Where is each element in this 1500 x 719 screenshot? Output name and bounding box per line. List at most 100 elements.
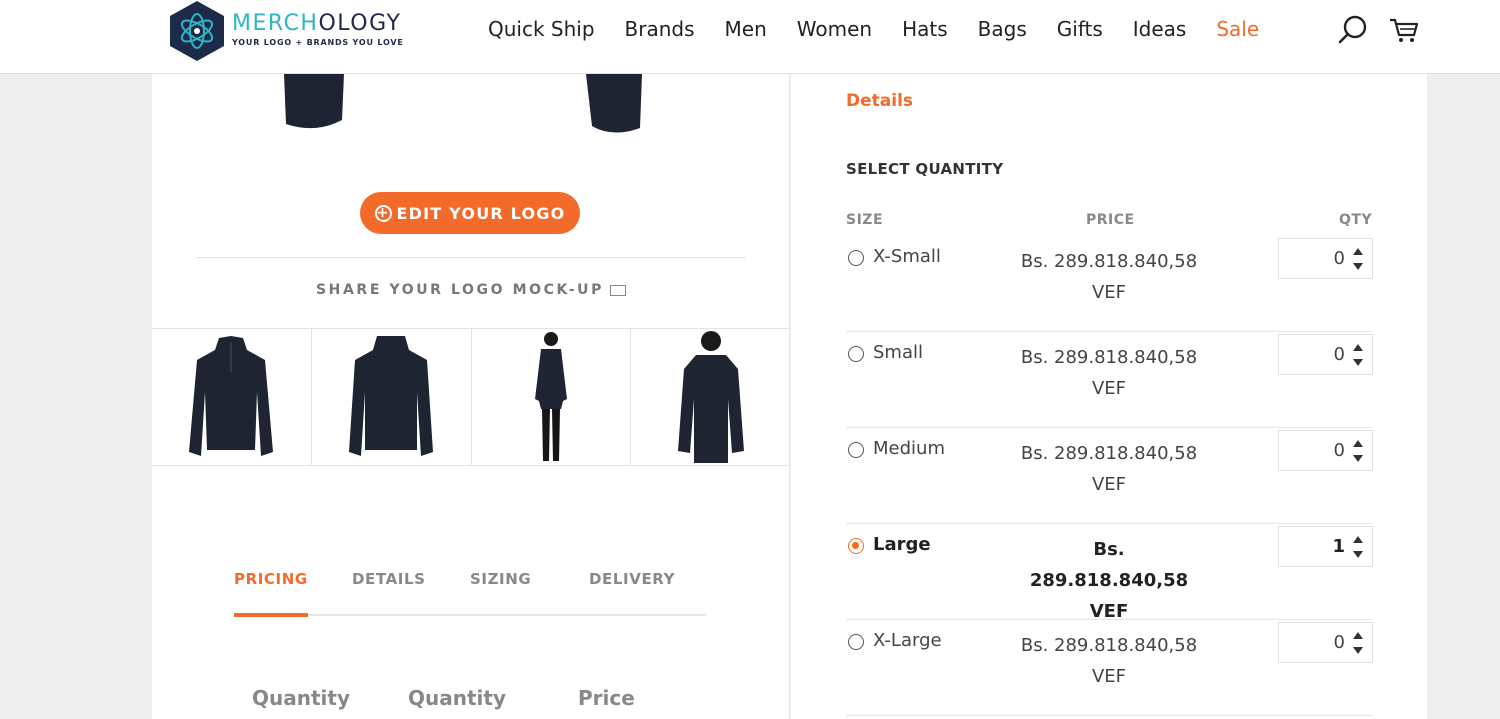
order-panel: Details SELECT QUANTITY SIZE PRICE QTY X… xyxy=(791,74,1427,719)
increment-arrow-icon[interactable] xyxy=(1353,536,1363,543)
spinner xyxy=(1352,343,1364,367)
price-currency: VEF xyxy=(1091,474,1127,495)
nav-hats[interactable]: Hats xyxy=(902,14,948,44)
price-amount: Bs. 289.818.840,58 xyxy=(1020,347,1198,368)
nav-bags[interactable]: Bags xyxy=(978,14,1027,44)
tab-sizing[interactable]: SIZING xyxy=(470,568,531,614)
size-quantity-table: X-Small Bs. 289.818.840,58 VEF 0 Small B… xyxy=(846,236,1373,716)
main-nav: Quick Ship Brands Men Women Hats Bags Gi… xyxy=(488,14,1289,44)
size-radio[interactable] xyxy=(848,634,864,650)
quantity-stepper[interactable]: 0 xyxy=(1278,238,1373,279)
size-price: Bs. 289.818.840,58 VEF xyxy=(1016,534,1202,627)
size-label[interactable]: Medium xyxy=(873,438,945,459)
size-row: X-Small Bs. 289.818.840,58 VEF 0 xyxy=(846,236,1373,332)
size-label[interactable]: X-Small xyxy=(873,246,941,267)
nav-gifts[interactable]: Gifts xyxy=(1057,14,1103,44)
price-amount: Bs. 289.818.840,58 xyxy=(1020,251,1198,272)
nav-sale[interactable]: Sale xyxy=(1216,14,1259,44)
search-icon[interactable] xyxy=(1336,14,1368,46)
cart-icon[interactable] xyxy=(1388,14,1420,46)
size-row: Small Bs. 289.818.840,58 VEF 0 xyxy=(846,332,1373,428)
divider xyxy=(196,257,746,258)
price-currency: VEF xyxy=(1091,282,1127,303)
nav-men[interactable]: Men xyxy=(725,14,767,44)
size-radio[interactable] xyxy=(848,442,864,458)
increment-arrow-icon[interactable] xyxy=(1353,632,1363,639)
thumbnail-strip xyxy=(152,328,789,466)
increment-arrow-icon[interactable] xyxy=(1353,344,1363,351)
quantity-value[interactable]: 0 xyxy=(1334,248,1345,269)
nav-quick-ship[interactable]: Quick Ship xyxy=(488,14,595,44)
share-logo-mockup-link[interactable]: SHARE YOUR LOGO MOCK-UP xyxy=(152,282,789,298)
model-front-image xyxy=(534,332,567,461)
pricing-col-quantity-max: Quantity xyxy=(408,686,506,710)
size-label[interactable]: Small xyxy=(873,342,923,363)
size-label[interactable]: Large xyxy=(873,534,931,555)
decrement-arrow-icon[interactable] xyxy=(1353,647,1363,654)
size-price: Bs. 289.818.840,58 VEF xyxy=(1016,246,1202,308)
merchology-logo[interactable]: MERCHOLOGY YOUR LOGO + BRANDS YOU LOVE xyxy=(168,0,404,62)
size-row: X-Large Bs. 289.818.840,58 VEF 0 xyxy=(846,620,1373,716)
quantity-stepper[interactable]: 0 xyxy=(1278,334,1373,375)
nav-brands[interactable]: Brands xyxy=(625,14,695,44)
product-image-main xyxy=(284,74,642,133)
tab-details[interactable]: DETAILS xyxy=(352,568,426,614)
size-radio[interactable] xyxy=(848,538,864,554)
size-radio[interactable] xyxy=(848,346,864,362)
site-header: MERCHOLOGY YOUR LOGO + BRANDS YOU LOVE Q… xyxy=(0,0,1500,74)
price-currency: VEF xyxy=(1091,378,1127,399)
price-amount: Bs. 289.818.840,58 xyxy=(1029,539,1189,591)
spinner xyxy=(1352,247,1364,271)
mail-icon xyxy=(609,284,626,296)
plus-circle-icon: + xyxy=(374,204,392,222)
size-price: Bs. 289.818.840,58 VEF xyxy=(1016,630,1202,692)
quantity-stepper[interactable]: 1 xyxy=(1278,526,1373,567)
quantity-value[interactable]: 0 xyxy=(1334,344,1345,365)
quantity-value[interactable]: 1 xyxy=(1332,536,1345,557)
details-link[interactable]: Details xyxy=(846,91,913,111)
size-row-selected: Large Bs. 289.818.840,58 VEF 1 xyxy=(846,524,1373,622)
product-media-panel: + EDIT YOUR LOGO SHARE YOUR LOGO MOCK-UP xyxy=(152,74,790,719)
size-price: Bs. 289.818.840,58 VEF xyxy=(1016,342,1202,404)
pricing-col-quantity-min: Quantity xyxy=(252,686,350,710)
price-currency: VEF xyxy=(1091,666,1127,687)
increment-arrow-icon[interactable] xyxy=(1353,440,1363,447)
logo-tagline: YOUR LOGO + BRANDS YOU LOVE xyxy=(232,37,404,47)
decrement-arrow-icon[interactable] xyxy=(1353,551,1363,558)
tab-delivery[interactable]: DELIVERY xyxy=(589,568,675,614)
share-label: SHARE YOUR LOGO MOCK-UP xyxy=(316,282,604,298)
size-label[interactable]: X-Large xyxy=(873,630,942,651)
quantity-stepper[interactable]: 0 xyxy=(1278,622,1373,663)
nav-ideas[interactable]: Ideas xyxy=(1133,14,1187,44)
column-size-header: SIZE xyxy=(846,212,884,228)
spinner xyxy=(1352,631,1364,655)
quantity-stepper[interactable]: 0 xyxy=(1278,430,1373,471)
nav-women[interactable]: Women xyxy=(797,14,872,44)
spinner xyxy=(1352,439,1364,463)
model-back-image xyxy=(677,331,744,463)
product-info-tabs: PRICING DETAILS SIZING DELIVERY xyxy=(234,568,706,617)
edit-your-logo-label: EDIT YOUR LOGO xyxy=(396,203,566,223)
price-amount: Bs. 289.818.840,58 xyxy=(1020,635,1198,656)
logo-word-merch: MERCH xyxy=(232,10,319,36)
column-qty-header: QTY xyxy=(1339,212,1373,228)
decrement-arrow-icon[interactable] xyxy=(1353,359,1363,366)
decrement-arrow-icon[interactable] xyxy=(1353,455,1363,462)
edit-your-logo-button[interactable]: + EDIT YOUR LOGO xyxy=(360,192,580,234)
size-radio[interactable] xyxy=(848,250,864,266)
jacket-back-image xyxy=(349,336,434,456)
decrement-arrow-icon[interactable] xyxy=(1353,263,1363,270)
tab-pricing[interactable]: PRICING xyxy=(234,568,308,617)
logo-wordmark: MERCHOLOGY xyxy=(232,10,404,36)
size-price: Bs. 289.818.840,58 VEF xyxy=(1016,438,1202,500)
column-price-header: PRICE xyxy=(1086,212,1135,228)
thumbnail-jacket-back[interactable] xyxy=(312,329,472,465)
increment-arrow-icon[interactable] xyxy=(1353,248,1363,255)
thumbnail-model-back[interactable] xyxy=(631,329,789,465)
select-quantity-heading: SELECT QUANTITY xyxy=(846,160,1004,178)
quantity-value[interactable]: 0 xyxy=(1334,632,1345,653)
pricing-col-price: Price xyxy=(578,686,635,710)
quantity-value[interactable]: 0 xyxy=(1334,440,1345,461)
thumbnail-model-front[interactable] xyxy=(472,329,632,465)
thumbnail-jacket-front[interactable] xyxy=(152,329,312,465)
